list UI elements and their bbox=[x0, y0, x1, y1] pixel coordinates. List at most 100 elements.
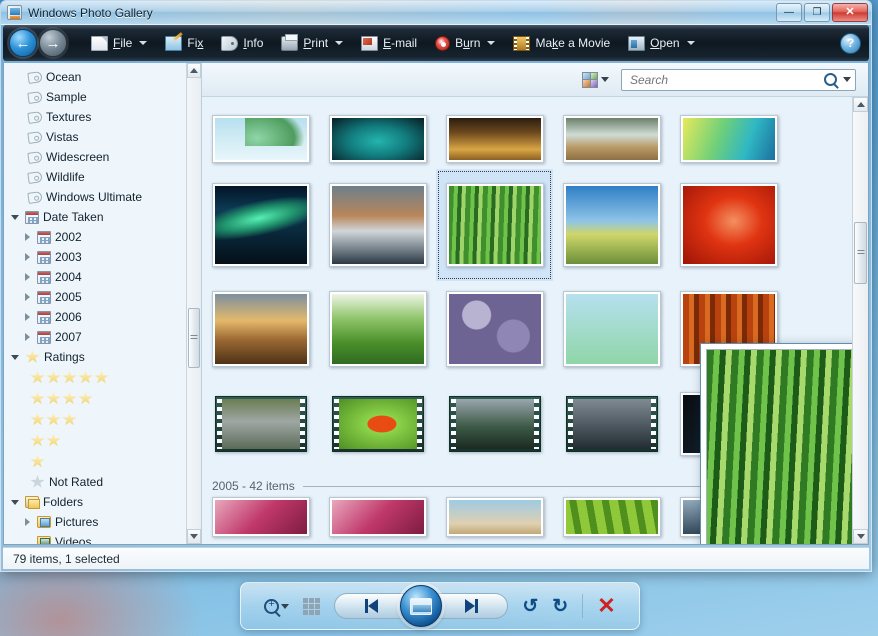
thumbnail-cell[interactable] bbox=[436, 396, 553, 452]
thumbnail-cell[interactable] bbox=[202, 396, 319, 452]
sidebar-item-rating-1[interactable] bbox=[4, 451, 201, 472]
sidebar-item-tag-windows-ultimate[interactable]: Windows Ultimate bbox=[4, 187, 201, 207]
thumbnail-cell[interactable] bbox=[202, 291, 319, 367]
view-options-button[interactable] bbox=[578, 70, 613, 90]
gallery-scrollbar[interactable] bbox=[852, 97, 868, 544]
maximize-button[interactable]: ❐ bbox=[804, 3, 830, 22]
close-button[interactable]: ✕ bbox=[832, 3, 868, 22]
thumbnail-cell-selected[interactable] bbox=[436, 169, 553, 281]
sidebar-item-rating-3[interactable] bbox=[4, 409, 201, 430]
thumbnail-palm-beach[interactable] bbox=[211, 115, 310, 163]
thumbnail-stepping-stones[interactable] bbox=[562, 115, 661, 163]
video-thumbnail-hidden[interactable] bbox=[565, 396, 658, 452]
toolbar-print-button[interactable]: Print bbox=[273, 30, 351, 56]
thumbnail-bamboo-forest[interactable] bbox=[445, 183, 544, 267]
sidebar-item-year-2004[interactable]: 2004 bbox=[4, 267, 201, 287]
sidebar-item-year-2006[interactable]: 2006 bbox=[4, 307, 201, 327]
search-icon[interactable] bbox=[824, 73, 837, 86]
thumbnail-cell[interactable] bbox=[319, 115, 436, 163]
sidebar-scroll-up-button[interactable] bbox=[187, 63, 201, 78]
minimize-button[interactable]: — bbox=[776, 3, 802, 22]
chevron-down-icon[interactable] bbox=[843, 77, 851, 82]
zoom-button[interactable] bbox=[264, 598, 290, 614]
sidebar-item-year-2005[interactable]: 2005 bbox=[4, 287, 201, 307]
previous-button[interactable] bbox=[334, 593, 409, 619]
thumbnail-cell[interactable] bbox=[553, 396, 670, 452]
thumbnail-pink-petals[interactable] bbox=[211, 497, 310, 537]
gallery-scroll-up-button[interactable] bbox=[853, 97, 868, 112]
sidebar-item-rating-4[interactable] bbox=[4, 388, 201, 409]
thumbnail-cell[interactable] bbox=[670, 183, 787, 267]
thumbnail-cell[interactable] bbox=[319, 291, 436, 367]
thumbnail-pink-petals-2[interactable] bbox=[328, 497, 427, 537]
thumbnail-cell[interactable] bbox=[670, 115, 787, 163]
sidebar-item-pictures[interactable]: Pictures bbox=[4, 512, 201, 532]
search-box[interactable] bbox=[621, 68, 856, 91]
thumbnail-cave-water[interactable] bbox=[445, 115, 544, 163]
thumbnail-cell[interactable] bbox=[553, 115, 670, 163]
thumbnail-aurora-night[interactable] bbox=[211, 183, 310, 267]
sidebar-item-tag-sample[interactable]: Sample bbox=[4, 87, 201, 107]
sidebar-item-ratings[interactable]: Ratings bbox=[4, 347, 201, 367]
chevron-expanded-icon[interactable] bbox=[10, 212, 21, 223]
video-thumbnail-lake-shore[interactable] bbox=[448, 396, 541, 452]
thumbnail-hidden-1[interactable] bbox=[562, 291, 661, 367]
thumbnail-cell[interactable] bbox=[436, 115, 553, 163]
forward-button[interactable]: → bbox=[39, 29, 67, 57]
sidebar-item-tag-wildlife[interactable]: Wildlife bbox=[4, 167, 201, 187]
thumbnail-cell[interactable] bbox=[202, 115, 319, 163]
thumbnail-mountain-lake[interactable] bbox=[328, 183, 427, 267]
sidebar-scrollbar[interactable] bbox=[186, 63, 201, 544]
chevron-collapsed-icon[interactable] bbox=[22, 332, 33, 343]
search-input[interactable] bbox=[630, 72, 824, 87]
thumbnail-cell[interactable] bbox=[553, 183, 670, 267]
rotate-counterclockwise-button[interactable]: ↺ bbox=[522, 597, 538, 616]
video-thumbnail-butterfly[interactable] bbox=[331, 396, 424, 452]
video-thumbnail-bear-river[interactable] bbox=[214, 396, 307, 452]
sidebar-item-year-2007[interactable]: 2007 bbox=[4, 327, 201, 347]
chevron-expanded-icon[interactable] bbox=[10, 352, 21, 363]
sidebar-item-tag-ocean[interactable]: Ocean bbox=[4, 67, 201, 87]
thumbnail-green-leaves[interactable] bbox=[562, 497, 661, 537]
thumbnail-cell[interactable] bbox=[436, 497, 553, 537]
sidebar-item-year-2002[interactable]: 2002 bbox=[4, 227, 201, 247]
toolbar-email-button[interactable]: E-mail bbox=[353, 30, 425, 56]
play-slideshow-button[interactable] bbox=[400, 585, 443, 627]
thumbnail-sky-sand[interactable] bbox=[445, 497, 544, 537]
thumbnail-cell[interactable] bbox=[202, 183, 319, 267]
thumbnail-dewy-meadow[interactable] bbox=[328, 291, 427, 367]
thumbnail-green-swirl[interactable] bbox=[679, 115, 778, 163]
sidebar-scroll-down-button[interactable] bbox=[187, 529, 201, 544]
back-button[interactable]: ← bbox=[9, 29, 37, 57]
thumbnail-cell[interactable] bbox=[319, 497, 436, 537]
chevron-collapsed-icon[interactable] bbox=[22, 252, 33, 263]
thumbnail-teal-abstract[interactable] bbox=[328, 115, 427, 163]
sidebar-item-year-2003[interactable]: 2003 bbox=[4, 247, 201, 267]
thumbnail-cell[interactable] bbox=[319, 396, 436, 452]
sidebar-item-not-rated[interactable]: Not Rated bbox=[4, 472, 201, 492]
thumbnail-prairie-sky[interactable] bbox=[562, 183, 661, 267]
sidebar-item-tag-textures[interactable]: Textures bbox=[4, 107, 201, 127]
next-button[interactable] bbox=[434, 593, 509, 619]
help-button[interactable]: ? bbox=[840, 32, 861, 54]
image-preview-popup[interactable]: img11.jpg 11/2/2006 5:33 PM Not Rated 1.… bbox=[700, 343, 868, 544]
thumbnail-cell[interactable] bbox=[202, 497, 319, 537]
chevron-collapsed-icon[interactable] bbox=[22, 517, 33, 528]
thumbnails-button[interactable] bbox=[303, 597, 321, 615]
thumbnail-purple-stones[interactable] bbox=[445, 291, 544, 367]
sidebar-item-rating-5[interactable] bbox=[4, 367, 201, 388]
sidebar-item-videos[interactable]: Videos bbox=[4, 532, 201, 544]
sidebar-item-folders[interactable]: Folders bbox=[4, 492, 201, 512]
thumbnail-red-gerbera[interactable] bbox=[679, 183, 778, 267]
chevron-collapsed-icon[interactable] bbox=[22, 292, 33, 303]
sidebar-scroll-thumb[interactable] bbox=[188, 308, 200, 368]
toolbar-file-button[interactable]: File bbox=[83, 30, 155, 56]
sidebar-item-rating-2[interactable] bbox=[4, 430, 201, 451]
toolbar-info-button[interactable]: Info bbox=[213, 30, 271, 56]
sidebar-item-date-taken[interactable]: Date Taken bbox=[4, 207, 201, 227]
chevron-collapsed-icon[interactable] bbox=[22, 232, 33, 243]
chevron-collapsed-icon[interactable] bbox=[22, 272, 33, 283]
chevron-collapsed-icon[interactable] bbox=[22, 312, 33, 323]
toolbar-make-movie-button[interactable]: Make a Movie bbox=[505, 30, 618, 56]
toolbar-burn-button[interactable]: Burn bbox=[427, 30, 503, 56]
